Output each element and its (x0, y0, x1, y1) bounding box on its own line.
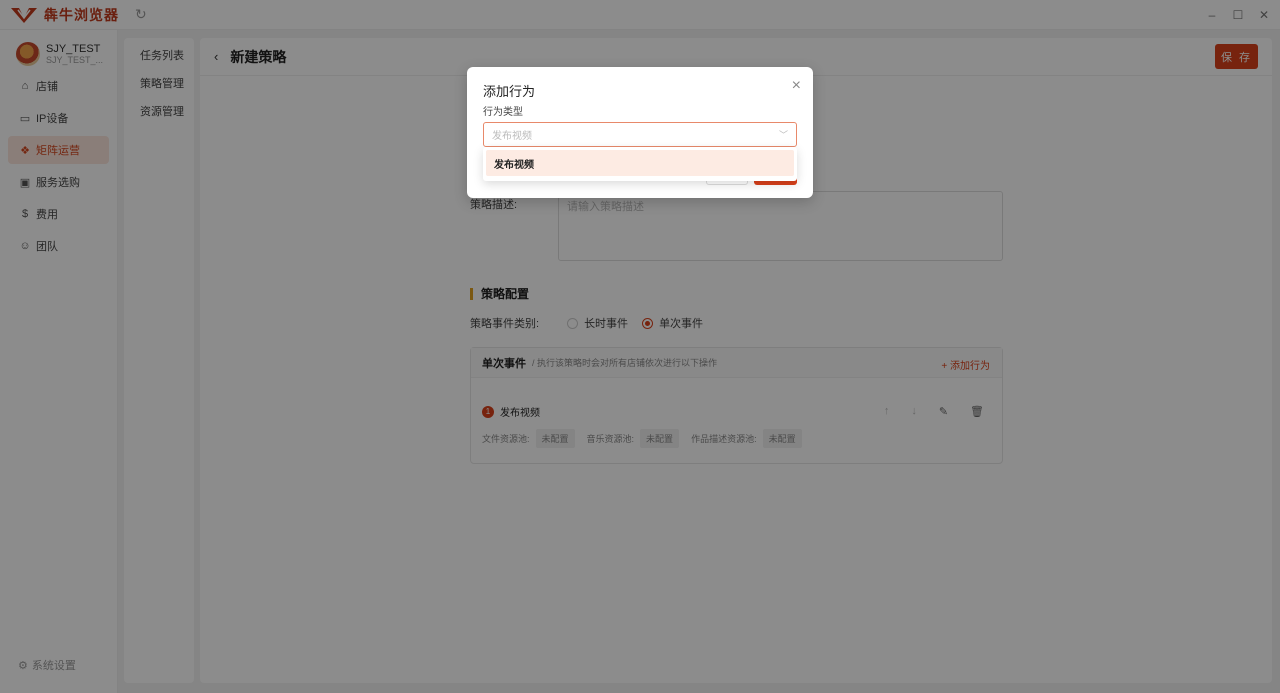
dropdown-option[interactable]: 发布视频 (486, 150, 794, 176)
select-placeholder: 发布视频 (492, 131, 532, 142)
chevron-down-icon: ﹀ (778, 130, 788, 140)
action-type-select[interactable]: 发布视频 ﹀ (483, 122, 797, 147)
select-dropdown: 发布视频 (483, 147, 797, 181)
modal-title: 添加行为 (483, 84, 536, 99)
action-type-label: 行为类型 (483, 107, 523, 118)
close-icon[interactable]: × (792, 77, 801, 95)
